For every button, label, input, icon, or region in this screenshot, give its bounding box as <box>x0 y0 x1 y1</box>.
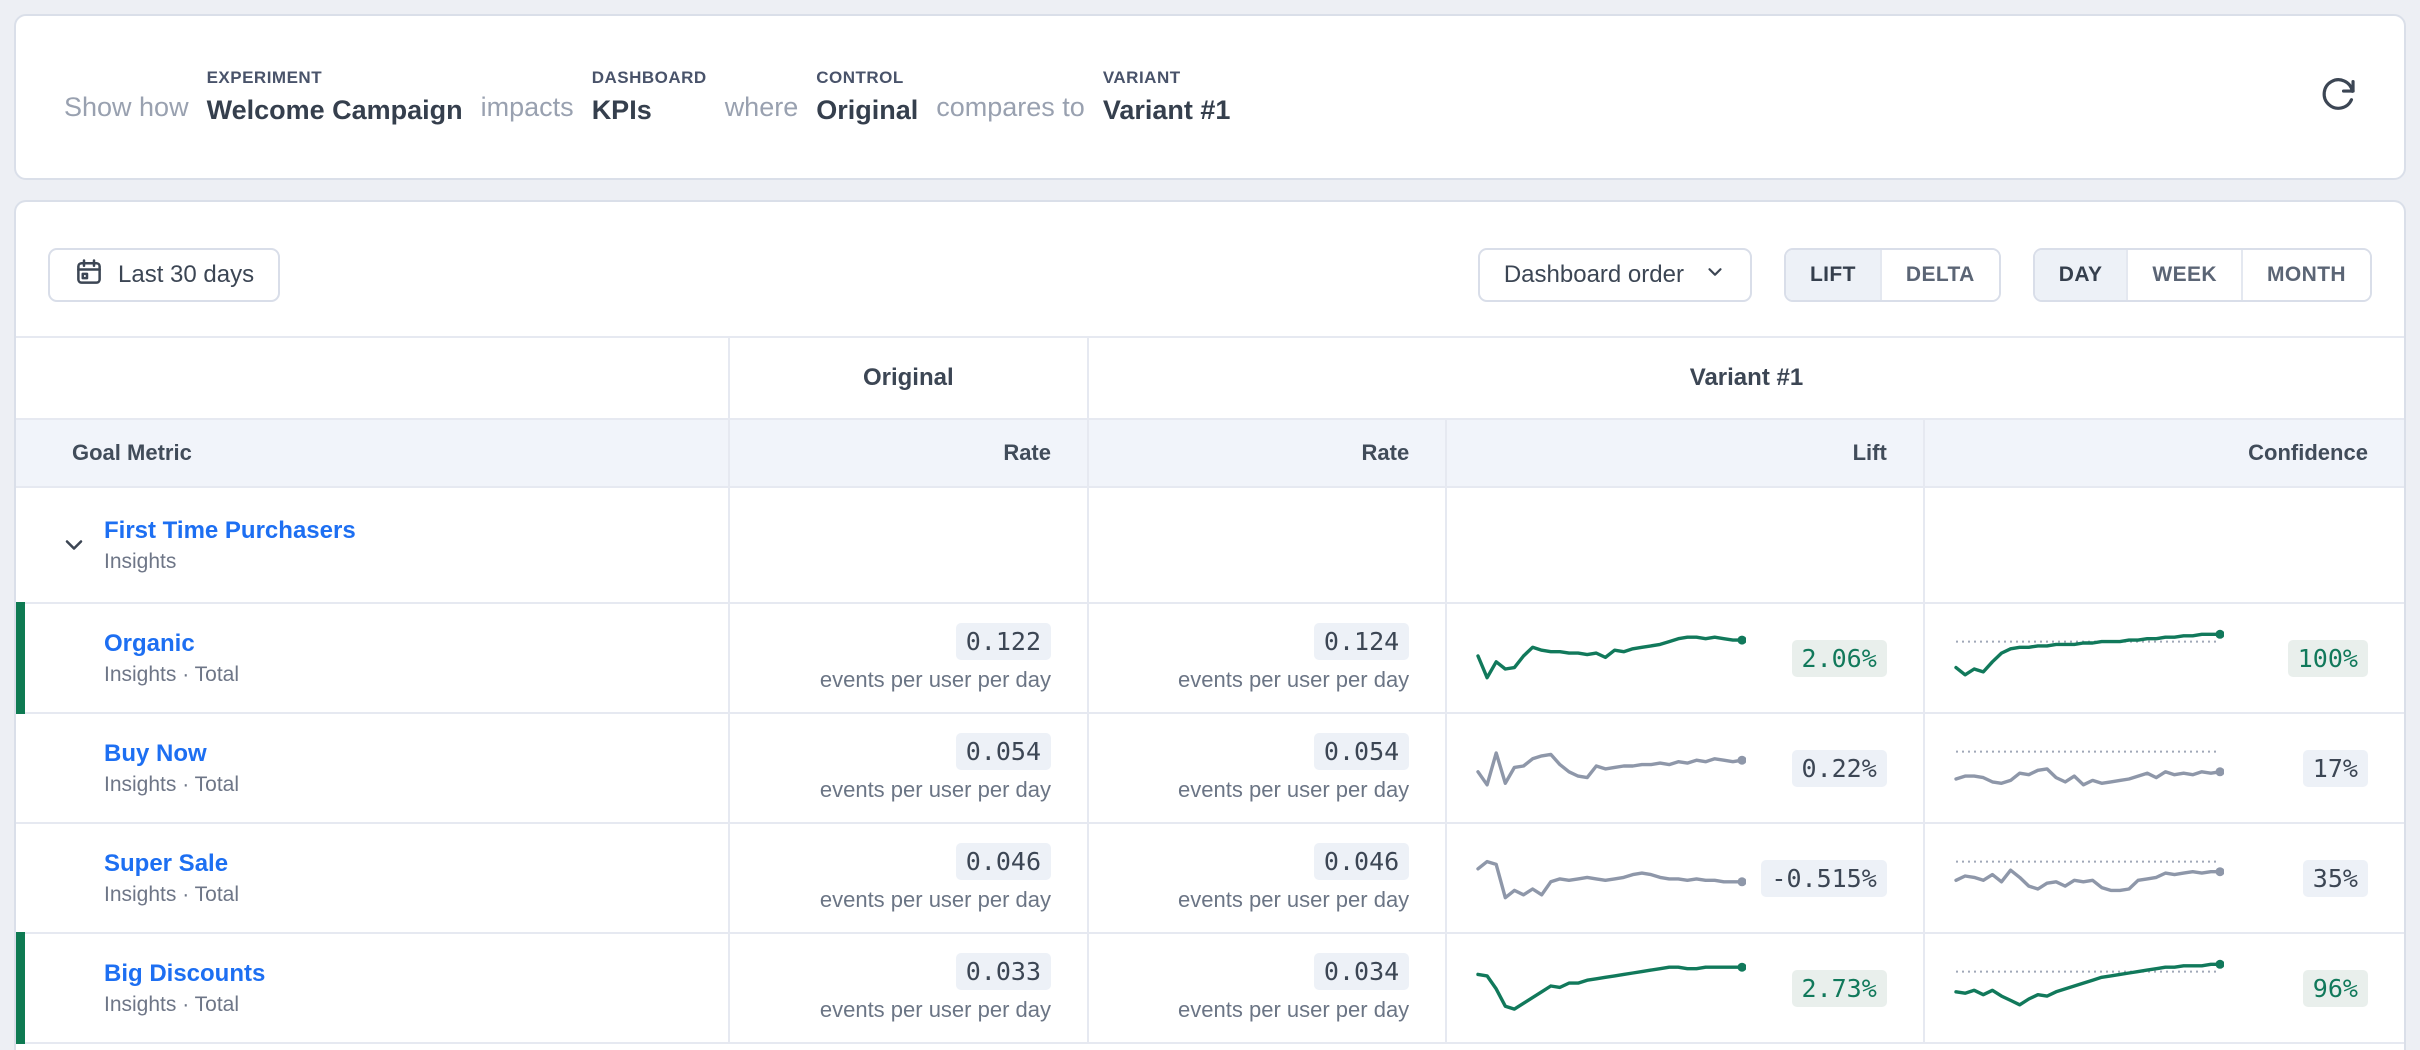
rate-unit: events per user per day <box>820 777 1051 803</box>
lift-sparkline <box>1474 955 1746 1021</box>
rate-value-variant: 0.054 <box>1314 733 1409 770</box>
rate-unit: events per user per day <box>820 997 1051 1023</box>
rate-unit: events per user per day <box>820 887 1051 913</box>
prompt-text-compares-to: compares to <box>936 92 1085 126</box>
dashboard-selector[interactable]: DASHBOARD KPIs <box>592 68 707 126</box>
experiment-value[interactable]: Welcome Campaign <box>207 95 463 126</box>
dashboard-order-label: Dashboard order <box>1504 261 1684 289</box>
confidence-value: 35% <box>2303 860 2368 897</box>
prompt-text-where: where <box>725 92 799 126</box>
lift-value: 0.22% <box>1792 750 1887 787</box>
granularity-toggle: DAY WEEK MONTH <box>2033 248 2372 302</box>
lift-value: 2.73% <box>1792 970 1887 1007</box>
metrics-table: Original Variant #1 Goal Metric Rate Rat… <box>16 336 2404 1044</box>
col-header-lift: Lift <box>1445 420 1923 486</box>
metric-link[interactable]: Organic <box>104 630 728 658</box>
toggle-option-month[interactable]: MONTH <box>2241 250 2370 300</box>
confidence-sparkline <box>1952 735 2224 801</box>
rate-unit: events per user per day <box>1178 887 1409 913</box>
dashboard-order-dropdown[interactable]: Dashboard order <box>1478 248 1752 302</box>
toggle-option-week[interactable]: WEEK <box>2126 250 2241 300</box>
lift-value: 2.06% <box>1792 640 1887 677</box>
rate-unit: events per user per day <box>820 667 1051 693</box>
rate-value-control: 0.054 <box>956 733 1051 770</box>
refresh-icon <box>2319 102 2357 117</box>
variant-label: VARIANT <box>1103 68 1231 88</box>
toggle-option-delta[interactable]: DELTA <box>1880 250 1999 300</box>
lift-delta-toggle: LIFT DELTA <box>1784 248 2001 302</box>
control-value[interactable]: Original <box>816 95 918 126</box>
confidence-sparkline <box>1952 845 2224 911</box>
lift-sparkline <box>1474 625 1746 691</box>
date-range-button[interactable]: Last 30 days <box>48 248 280 302</box>
table-variant-header-row: Original Variant #1 <box>16 338 2404 420</box>
col-header-rate-variant: Rate <box>1087 420 1445 486</box>
rate-value-variant: 0.046 <box>1314 843 1409 880</box>
prompt-text-impacts: impacts <box>481 92 574 126</box>
prompt-text-show-how: Show how <box>64 92 189 126</box>
group-metric-subtitle: Insights <box>104 550 728 574</box>
rate-unit: events per user per day <box>1178 777 1409 803</box>
table-row-group: First Time Purchasers Insights <box>16 488 2404 604</box>
table-row: Big Discounts Insights · Total 0.033 eve… <box>16 934 2404 1044</box>
chevron-down-icon <box>60 547 88 562</box>
confidence-value: 96% <box>2303 970 2368 1007</box>
experiment-label: EXPERIMENT <box>207 68 463 88</box>
rate-value-variant: 0.124 <box>1314 623 1409 660</box>
confidence-value: 17% <box>2303 750 2368 787</box>
confidence-sparkline <box>1952 955 2224 1021</box>
lift-sparkline <box>1474 735 1746 801</box>
table-column-header-row: Goal Metric Rate Rate Lift Confidence <box>16 420 2404 488</box>
rate-unit: events per user per day <box>1178 667 1409 693</box>
dashboard-label: DASHBOARD <box>592 68 707 88</box>
toggle-option-day[interactable]: DAY <box>2035 250 2127 300</box>
control-label: CONTROL <box>816 68 918 88</box>
variant-selector[interactable]: VARIANT Variant #1 <box>1103 68 1231 126</box>
rate-value-control: 0.046 <box>956 843 1051 880</box>
variant-column-header: Variant #1 <box>1087 338 2404 418</box>
chevron-down-icon <box>1704 261 1726 290</box>
metric-subtitle: Insights · Total <box>104 663 728 687</box>
control-column-header: Original <box>728 338 1087 418</box>
metric-link[interactable]: Buy Now <box>104 740 728 768</box>
variant-value[interactable]: Variant #1 <box>1103 95 1231 126</box>
rate-value-control: 0.122 <box>956 623 1051 660</box>
date-range-label: Last 30 days <box>118 261 254 289</box>
experiment-selector[interactable]: EXPERIMENT Welcome Campaign <box>207 68 463 126</box>
dashboard-value[interactable]: KPIs <box>592 95 707 126</box>
confidence-sparkline <box>1952 625 2224 691</box>
calendar-icon <box>74 257 104 294</box>
col-header-confidence: Confidence <box>1923 420 2404 486</box>
metric-subtitle: Insights · Total <box>104 773 728 797</box>
col-header-rate-control: Rate <box>728 420 1087 486</box>
refresh-button[interactable] <box>2316 74 2360 118</box>
metric-subtitle: Insights · Total <box>104 993 728 1017</box>
table-row: Buy Now Insights · Total 0.054 events pe… <box>16 714 2404 824</box>
col-header-goal-metric: Goal Metric <box>16 420 728 486</box>
control-selector[interactable]: CONTROL Original <box>816 68 918 126</box>
collapse-group-button[interactable] <box>60 531 88 559</box>
rate-value-variant: 0.034 <box>1314 953 1409 990</box>
metric-link[interactable]: Big Discounts <box>104 960 728 988</box>
toolbar: Last 30 days Dashboard order LIFT DELTA … <box>16 202 2404 336</box>
group-metric-link[interactable]: First Time Purchasers <box>104 517 728 545</box>
lift-sparkline <box>1474 845 1746 911</box>
kpi-dashboard-card: Last 30 days Dashboard order LIFT DELTA … <box>14 200 2406 1050</box>
rate-value-control: 0.033 <box>956 953 1051 990</box>
rate-unit: events per user per day <box>1178 997 1409 1023</box>
toggle-option-lift[interactable]: LIFT <box>1786 250 1880 300</box>
experiment-prompt-bar: Show how EXPERIMENT Welcome Campaign imp… <box>14 14 2406 180</box>
table-row: Super Sale Insights · Total 0.046 events… <box>16 824 2404 934</box>
confidence-value: 100% <box>2288 640 2368 677</box>
table-row: Organic Insights · Total 0.122 events pe… <box>16 604 2404 714</box>
metric-link[interactable]: Super Sale <box>104 850 728 878</box>
lift-value: -0.515% <box>1761 860 1886 897</box>
metric-subtitle: Insights · Total <box>104 883 728 907</box>
